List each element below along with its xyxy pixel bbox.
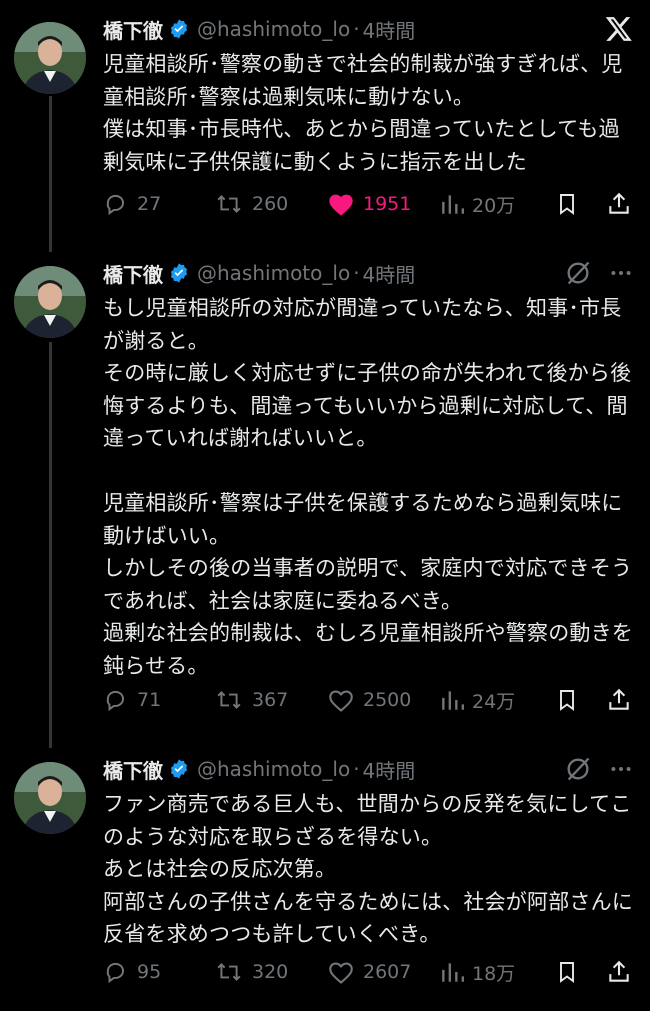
view-count: 24万 [472, 690, 516, 713]
reply-button[interactable]: 71 [103, 687, 161, 713]
like-button[interactable]: 2607 [327, 959, 411, 985]
share-button[interactable] [606, 687, 640, 713]
share-button[interactable] [606, 191, 640, 217]
bookmark-icon [560, 194, 574, 215]
reply-icon [106, 962, 124, 984]
retweet-button[interactable]: 260 [214, 191, 288, 217]
display-name[interactable]: 橋下徹 [103, 755, 163, 784]
tweet-text: ファン商売である巨人も、世間からの反発を気にしてこのような対応を取らざるを得ない… [103, 792, 633, 946]
heart-filled-icon [329, 194, 353, 216]
tweet[interactable]: 橋下徹 @hashimoto_lo · 4時間 [0, 254, 650, 724]
reply-count: 95 [137, 961, 162, 983]
more-options-icon[interactable] [608, 756, 634, 782]
like-button[interactable]: 2500 [327, 687, 411, 713]
retweet-icon [217, 195, 241, 213]
views-button[interactable]: 18万 [440, 959, 515, 986]
bookmark-icon [560, 690, 574, 711]
tweet-text: もし児童相談所の対応が間違っていたなら、知事･市長が謝ると。 その時に厳しく対応… [103, 296, 633, 678]
thread: 橋下徹 @hashimoto_lo · 4時間 児童相談所･警察の動きで社会的制… [0, 0, 650, 1011]
heart-icon [329, 962, 353, 984]
tweet-text: 児童相談所･警察の動きで社会的制裁が強すぎれば、児童相談所･警察は過剰気味に動け… [103, 52, 623, 174]
share-icon [609, 192, 629, 214]
views-icon [442, 195, 464, 214]
reply-button[interactable]: 95 [103, 959, 161, 985]
avatar-image [14, 762, 86, 834]
handle[interactable]: @hashimoto_lo [197, 757, 350, 781]
heart-icon [329, 690, 353, 712]
timestamp[interactable]: 4時間 [363, 15, 416, 44]
views-icon [442, 963, 464, 982]
handle[interactable]: @hashimoto_lo [197, 261, 350, 285]
like-count: 2500 [363, 689, 412, 711]
grok-icon[interactable] [564, 755, 592, 783]
tweet[interactable]: 橋下徹 @hashimoto_lo · 4時間 [0, 750, 650, 1011]
x-logo-icon[interactable] [604, 14, 634, 44]
reply-icon [106, 690, 124, 712]
share-icon [609, 688, 629, 710]
bookmark-button[interactable] [555, 191, 587, 217]
views-button[interactable]: 24万 [440, 687, 515, 714]
separator: · [353, 261, 360, 285]
retweet-count: 320 [252, 961, 289, 983]
tweet[interactable]: 橋下徹 @hashimoto_lo · 4時間 児童相談所･警察の動きで社会的制… [0, 10, 650, 240]
retweet-icon [217, 691, 241, 709]
retweet-icon [217, 963, 241, 981]
tweet-header: 橋下徹 @hashimoto_lo · 4時間 [103, 754, 634, 784]
verified-badge-icon [170, 19, 188, 39]
reply-button[interactable]: 27 [103, 191, 161, 217]
retweet-count: 260 [252, 193, 289, 215]
grok-icon[interactable] [564, 259, 592, 287]
retweet-count: 367 [252, 689, 289, 711]
retweet-button[interactable]: 367 [214, 687, 288, 713]
avatar[interactable] [14, 22, 86, 94]
like-count: 1951 [363, 193, 412, 215]
share-icon [609, 960, 629, 982]
view-count: 18万 [472, 962, 516, 985]
avatar[interactable] [14, 266, 86, 338]
more-options-icon[interactable] [608, 260, 634, 286]
bookmark-button[interactable] [555, 959, 587, 985]
like-count: 2607 [363, 961, 412, 983]
avatar[interactable] [14, 762, 86, 834]
tweet-actions: 95 320 2607 18万 [0, 954, 650, 990]
display-name[interactable]: 橋下徹 [103, 15, 163, 44]
share-button[interactable] [606, 959, 640, 985]
retweet-button[interactable]: 320 [214, 959, 288, 985]
reply-count: 27 [137, 193, 162, 215]
verified-badge-icon [170, 263, 188, 283]
bookmark-icon [560, 962, 574, 983]
reply-count: 71 [137, 689, 162, 711]
separator: · [353, 17, 360, 41]
reply-icon [106, 194, 124, 216]
tweet-header: 橋下徹 @hashimoto_lo · 4時間 [103, 14, 634, 44]
avatar-image [14, 22, 86, 94]
separator: · [353, 757, 360, 781]
timestamp[interactable]: 4時間 [363, 755, 416, 784]
view-count: 20万 [472, 194, 516, 217]
handle[interactable]: @hashimoto_lo [197, 17, 350, 41]
avatar-image [14, 266, 86, 338]
views-button[interactable]: 20万 [440, 191, 515, 218]
tweet-actions: 27 260 1951 20万 [0, 186, 650, 222]
views-icon [442, 691, 464, 710]
display-name[interactable]: 橋下徹 [103, 259, 163, 288]
timestamp[interactable]: 4時間 [363, 259, 416, 288]
tweet-actions: 71 367 2500 24万 [0, 682, 650, 718]
tweet-header: 橋下徹 @hashimoto_lo · 4時間 [103, 258, 634, 288]
verified-badge-icon [170, 759, 188, 779]
bookmark-button[interactable] [555, 687, 587, 713]
like-button[interactable]: 1951 [327, 191, 411, 217]
